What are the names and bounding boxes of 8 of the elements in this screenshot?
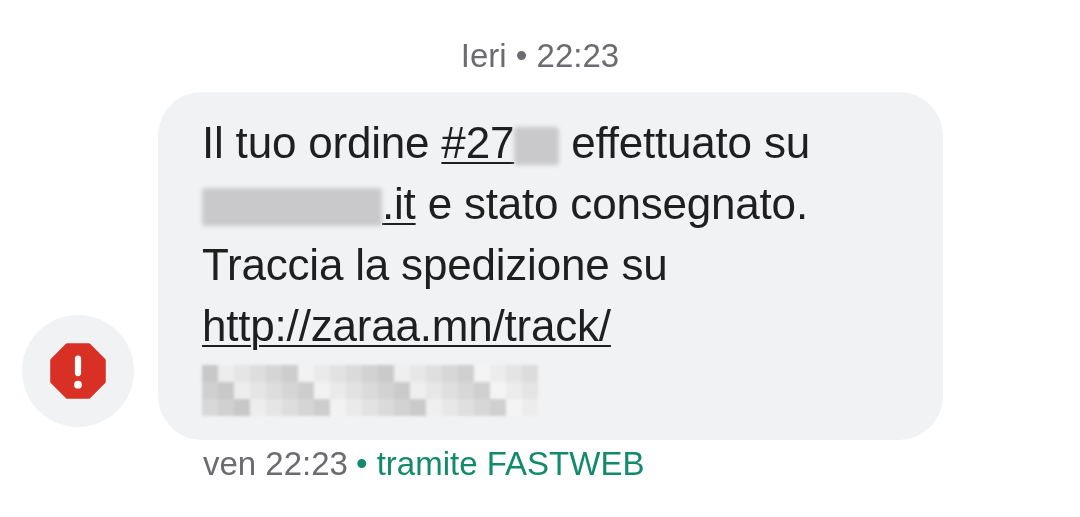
- sent-time: ven 22:23: [203, 443, 348, 484]
- message-text: Il tuo ordine #27 effettuato su .it e stato consegnato. Traccia la spedizione su http://zaraa.mn/track/: [202, 112, 933, 420]
- message-link[interactable]: #27: [441, 118, 515, 167]
- carrier-label: • tramite FASTWEB: [355, 443, 645, 484]
- message-link[interactable]: .it: [382, 179, 416, 228]
- timestamp: Ieri • 22:23: [460, 36, 620, 76]
- redacted-block: [514, 127, 560, 166]
- message-link[interactable]: http://zaraa.mn/track/: [202, 301, 611, 350]
